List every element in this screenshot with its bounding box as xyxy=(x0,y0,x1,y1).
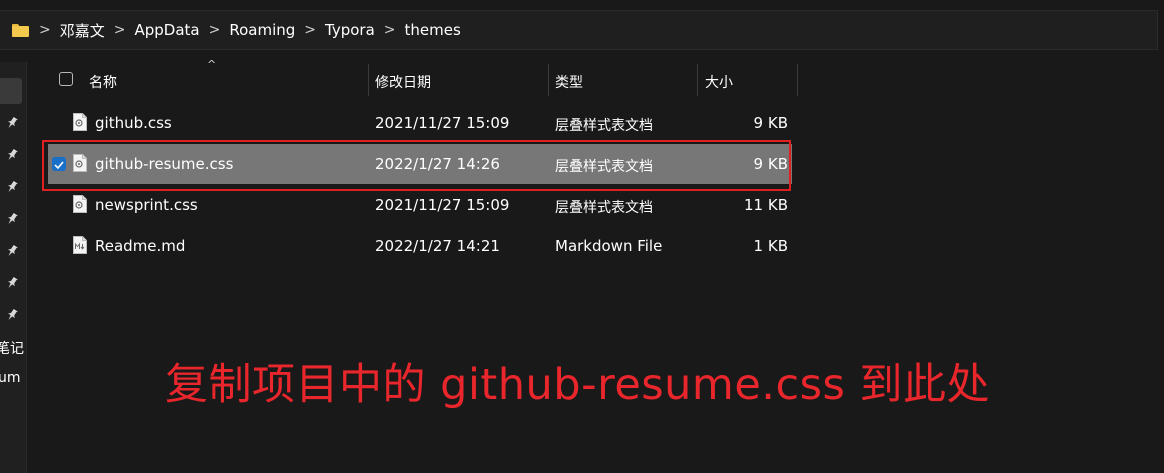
folder-icon xyxy=(12,23,29,37)
file-size: 11 KB xyxy=(744,196,788,214)
breadcrumb-roaming[interactable]: Roaming xyxy=(229,21,295,39)
sidebar-selected-item[interactable] xyxy=(0,78,22,104)
pin-icon[interactable] xyxy=(5,180,19,194)
navigation-pane: 笔记 um xyxy=(0,62,27,473)
address-toolbar: > 邓嘉文 > AppData > Roaming > Typora > the… xyxy=(0,0,1164,62)
column-divider[interactable] xyxy=(548,64,549,96)
sort-ascending-icon: ^ xyxy=(207,58,217,71)
column-modified[interactable]: 修改日期 xyxy=(375,72,431,92)
chevron-right-icon[interactable]: > xyxy=(304,22,316,38)
file-modified: 2021/11/27 15:09 xyxy=(375,196,510,214)
pin-icon[interactable] xyxy=(5,244,19,258)
file-modified: 2022/1/27 14:21 xyxy=(375,237,500,255)
file-modified: 2021/11/27 15:09 xyxy=(375,114,510,132)
pin-icon[interactable] xyxy=(5,212,19,226)
row-checkbox[interactable] xyxy=(52,157,66,171)
file-row[interactable]: Readme.md 2022/1/27 14:21 Markdown File … xyxy=(48,226,792,266)
breadcrumb-themes[interactable]: themes xyxy=(405,21,461,39)
pin-icon[interactable] xyxy=(5,276,19,290)
file-row[interactable]: github.css 2021/11/27 15:09 层叠样式表文档 9 KB xyxy=(48,103,792,143)
pin-icon[interactable] xyxy=(5,116,19,130)
sidebar-item-notes[interactable]: 笔记 xyxy=(0,338,24,358)
breadcrumb-appdata[interactable]: AppData xyxy=(134,21,199,39)
sidebar-item-partial[interactable]: um xyxy=(0,370,21,386)
column-size[interactable]: 大小 xyxy=(705,72,733,92)
address-bar[interactable]: > 邓嘉文 > AppData > Roaming > Typora > the… xyxy=(0,10,1158,50)
chevron-right-icon[interactable]: > xyxy=(39,22,51,38)
column-divider[interactable] xyxy=(368,64,369,96)
column-divider[interactable] xyxy=(797,64,798,96)
file-type: 层叠样式表文档 xyxy=(555,200,653,216)
file-name[interactable]: newsprint.css xyxy=(95,196,198,214)
column-name[interactable]: 名称 xyxy=(89,72,117,92)
column-divider[interactable] xyxy=(697,64,698,96)
breadcrumb-user[interactable]: 邓嘉文 xyxy=(60,20,105,41)
pin-icon[interactable] xyxy=(5,148,19,162)
file-size: 9 KB xyxy=(753,114,788,132)
file-row[interactable]: newsprint.css 2021/11/27 15:09 层叠样式表文档 1… xyxy=(48,185,792,225)
file-name[interactable]: Readme.md xyxy=(95,237,185,255)
file-size: 9 KB xyxy=(753,155,788,173)
file-type: Markdown File xyxy=(555,237,663,255)
select-all-checkbox[interactable] xyxy=(59,72,73,86)
chevron-right-icon[interactable]: > xyxy=(114,22,126,38)
file-type: 层叠样式表文档 xyxy=(555,159,653,175)
checkmark-icon xyxy=(54,161,64,170)
css-file-icon xyxy=(73,195,87,213)
file-modified: 2022/1/27 14:26 xyxy=(375,155,500,173)
chevron-right-icon[interactable]: > xyxy=(384,22,396,38)
markdown-file-icon xyxy=(73,236,87,254)
file-name[interactable]: github.css xyxy=(95,114,172,132)
breadcrumb-typora[interactable]: Typora xyxy=(325,21,375,39)
css-file-icon xyxy=(73,154,87,172)
chevron-right-icon[interactable]: > xyxy=(209,22,221,38)
file-row-selected[interactable]: github-resume.css 2022/1/27 14:26 层叠样式表文… xyxy=(48,144,792,184)
column-type[interactable]: 类型 xyxy=(555,72,583,92)
file-name[interactable]: github-resume.css xyxy=(95,155,233,173)
css-file-icon xyxy=(73,113,87,131)
pin-icon[interactable] xyxy=(5,308,19,322)
file-type: 层叠样式表文档 xyxy=(555,118,653,134)
annotation-text: 复制项目中的 github-resume.css 到此处 xyxy=(165,360,991,410)
file-size: 1 KB xyxy=(753,237,788,255)
